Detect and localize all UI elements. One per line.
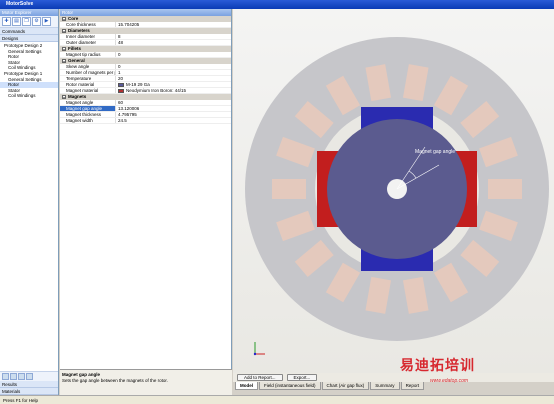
property-value[interactable]: 13.120006 [116, 106, 231, 111]
property-value-text: 60 [118, 100, 124, 105]
property-value-text: M-19 29 Ga [126, 82, 150, 87]
property-value[interactable]: 0 [116, 52, 231, 57]
property-value-text: 0 [118, 64, 121, 69]
watermark-url: www.edatop.com [430, 378, 469, 384]
material-swatch [118, 88, 124, 93]
view-tabs: Model Field (instantaneous field) Chart (A… [233, 382, 554, 395]
axis-triad [253, 342, 265, 356]
tab-chart[interactable]: Chart (Air gap flux) [321, 382, 370, 390]
property-name: Magnet width [60, 118, 116, 123]
copy-icon[interactable]: ❐ [22, 17, 31, 26]
property-name: Temperature [60, 76, 116, 81]
tab-report[interactable]: Report [400, 382, 425, 390]
collapse-icon[interactable]: − [62, 47, 66, 52]
status-bar: Press F1 for Help [0, 395, 554, 404]
view-icon[interactable] [2, 373, 9, 380]
property-name: Magnet gap angle [60, 106, 116, 111]
property-value-text: Neodymium Iron Boron: 44/15 [126, 88, 187, 93]
description-title: Magnet gap angle [62, 372, 101, 377]
property-value-text: 0 [118, 52, 121, 57]
materials-section[interactable]: Materials [0, 388, 58, 395]
property-name: Inner diameter [60, 34, 116, 39]
explorer-toolbar: ✚ ▤ ❐ ⚙ ▶ [0, 16, 58, 28]
property-name: Core thickness [60, 22, 116, 27]
property-row[interactable]: Magnet width 24.5 [60, 118, 231, 124]
property-value[interactable]: 0 [116, 64, 231, 69]
explorer-header: Motor Explorer [0, 9, 58, 16]
property-value[interactable]: 20 [116, 76, 231, 81]
property-value[interactable]: 1 [116, 70, 231, 75]
designs-section[interactable]: Designs [0, 35, 58, 42]
tree-item[interactable]: Coil Windings [0, 93, 58, 99]
property-value[interactable]: 24.5 [116, 118, 231, 123]
property-value[interactable]: Neodymium Iron Boron: 44/15 [116, 88, 231, 93]
property-value[interactable]: 4.795795 [116, 112, 231, 117]
design-tree: Prototype Design 2 General Settings Rotor S… [0, 42, 58, 99]
property-name: Outer diameter [60, 40, 116, 45]
property-name: Magnet angle [60, 100, 116, 105]
property-value[interactable]: 15.704205 [116, 22, 231, 27]
motor-explorer: Motor Explorer ✚ ▤ ❐ ⚙ ▶ Commands Design… [0, 9, 59, 395]
chart-icon[interactable] [18, 373, 25, 380]
property-value[interactable]: 8 [116, 34, 231, 39]
add-to-report-button[interactable]: Add to Report... [237, 374, 283, 381]
property-value-text: 1 [118, 70, 121, 75]
property-value[interactable]: M-19 29 Ga [116, 82, 231, 87]
property-value-text: 13.120006 [118, 106, 140, 111]
property-grid-header: Rotor [60, 9, 231, 16]
property-value-text: 24.5 [118, 118, 127, 123]
zoom-icon[interactable] [26, 373, 33, 380]
tab-field[interactable]: Field (instantaneous field) [259, 382, 321, 390]
settings-icon[interactable]: ⚙ [32, 17, 41, 26]
explorer-bottom-toolbar [0, 371, 58, 381]
collapse-icon[interactable]: − [62, 95, 66, 100]
grid-icon[interactable] [10, 373, 17, 380]
tab-model[interactable]: Model [235, 382, 258, 390]
tab-summary[interactable]: Summary [370, 382, 400, 390]
open-icon[interactable]: ▤ [12, 17, 21, 26]
stator-slot [488, 179, 522, 199]
model-viewport[interactable]: Magnet gap angle [233, 9, 554, 373]
property-value-text: 20 [118, 76, 124, 81]
explorer-bottom: Results Materials [0, 371, 58, 395]
property-name: Magnet tip radius [60, 52, 116, 57]
export-button[interactable]: Export... [286, 374, 318, 381]
property-name: Magnet material [60, 88, 116, 93]
collapse-icon[interactable]: − [62, 29, 66, 34]
commands-section[interactable]: Commands [0, 28, 58, 35]
description-text: Sets the gap angle between the magnets o… [62, 378, 168, 383]
stator-slot [272, 179, 306, 199]
property-value[interactable]: 60 [116, 100, 231, 105]
motor-cross-section: Magnet gap angle [245, 37, 549, 356]
property-value-text: 15.704205 [118, 22, 140, 27]
property-name: Magnet thickness [60, 112, 116, 117]
collapse-icon[interactable]: − [62, 59, 66, 64]
collapse-icon[interactable]: − [62, 17, 66, 22]
property-value-text: 48 [118, 40, 124, 45]
gap-angle-label: Magnet gap angle [415, 149, 455, 155]
run-icon[interactable]: ▶ [42, 17, 51, 26]
view-button-bar: Add to Report... Export... [233, 373, 554, 382]
window-title: MotorSolve [0, 0, 554, 9]
property-grid-body: − Core Core thickness 15.704205− Diameters In… [60, 16, 231, 124]
property-value[interactable]: 48 [116, 40, 231, 45]
property-name: Rotor material [60, 82, 116, 87]
property-name: Number of magnets per pole [60, 70, 116, 75]
property-value-text: 8 [118, 34, 121, 39]
results-section[interactable]: Results [0, 381, 58, 388]
new-design-icon[interactable]: ✚ [2, 17, 11, 26]
property-grid: Rotor − Core Core thickness 15.704205− Diame… [60, 9, 232, 369]
material-swatch [118, 82, 124, 87]
property-name: Skew angle [60, 64, 116, 69]
property-value-text: 4.795795 [118, 112, 137, 117]
property-description: Magnet gap angle Sets the gap angle betw… [60, 369, 232, 395]
watermark-text: 易迪拓培训 [400, 358, 475, 374]
